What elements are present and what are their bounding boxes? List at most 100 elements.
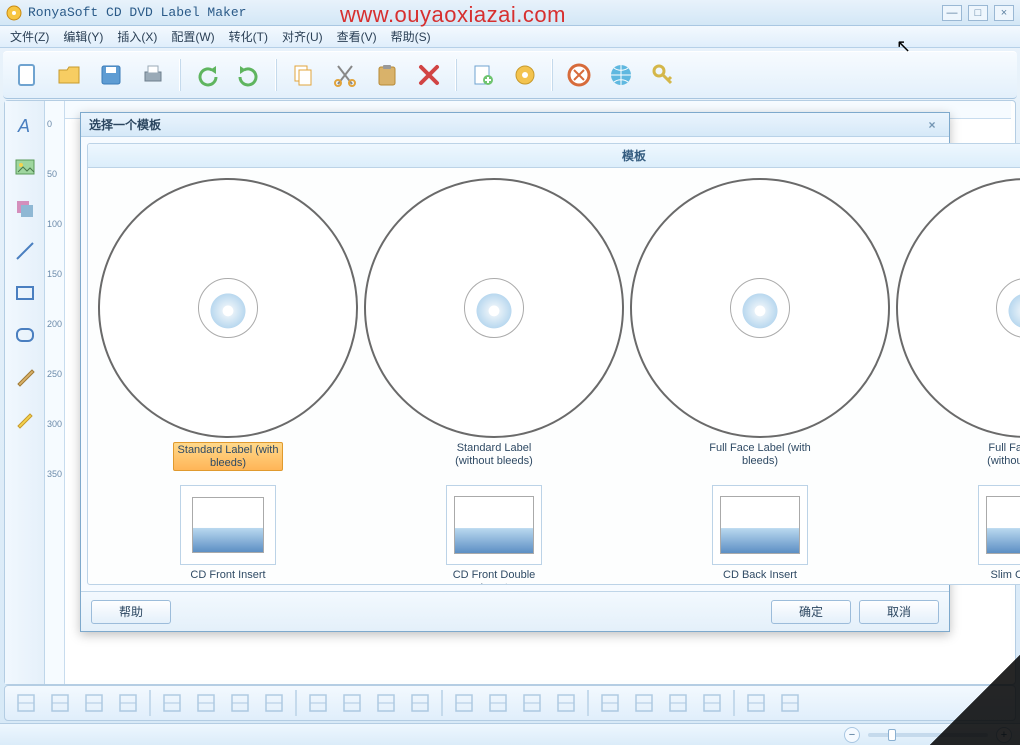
template-item[interactable]: CD Front Double Insert	[364, 485, 624, 584]
ruler-vertical: 0 50 100 150 200 250 300 350	[45, 101, 65, 684]
print-button[interactable]	[135, 57, 171, 93]
templates-grid: Standard Label (with bleeds) Standard Lab…	[88, 168, 1020, 584]
paste-button[interactable]	[369, 57, 405, 93]
svg-text:A: A	[17, 116, 30, 136]
template-label: Slim CD Insert	[971, 569, 1020, 584]
back-button[interactable]	[113, 689, 143, 717]
dist-h-center-button[interactable]	[551, 689, 581, 717]
roundrect-tool[interactable]	[11, 321, 39, 349]
titlebar: RonyaSoft CD DVD Label Maker www.ouyaoxi…	[0, 0, 1020, 26]
template-item[interactable]: Standard Label (with bleeds)	[98, 178, 358, 471]
save-button[interactable]	[93, 57, 129, 93]
align-top-button[interactable]	[337, 689, 367, 717]
menu-insert[interactable]: 插入(X)	[111, 26, 163, 47]
copy-button[interactable]	[285, 57, 321, 93]
ok-button[interactable]: 确定	[771, 600, 851, 624]
backward-button[interactable]	[191, 689, 221, 717]
templates-header: 模板	[88, 144, 1020, 168]
menu-transform[interactable]: 转化(T)	[223, 26, 274, 47]
dist-v-bottom-button[interactable]	[697, 689, 727, 717]
template-label: Standard Label (with bleeds)	[173, 442, 283, 471]
template-item[interactable]: CD Front Insert	[98, 485, 358, 584]
flip-v-button[interactable]	[483, 689, 513, 717]
group-button[interactable]	[11, 689, 41, 717]
cancel-button[interactable]: 取消	[859, 600, 939, 624]
dist-v-top-button[interactable]	[629, 689, 659, 717]
template-thumb	[180, 485, 276, 565]
zoom-slider[interactable]	[868, 733, 988, 737]
delete-button[interactable]	[411, 57, 447, 93]
align-left-vert-button[interactable]	[225, 689, 255, 717]
align-bottom-button[interactable]	[405, 689, 435, 717]
app-icon	[6, 5, 22, 21]
forward-button[interactable]	[157, 689, 187, 717]
front-button[interactable]	[79, 689, 109, 717]
layers-tool[interactable]	[11, 195, 39, 223]
separator	[551, 59, 553, 91]
close-window-button[interactable]: ×	[994, 5, 1014, 21]
maximize-button[interactable]: □	[968, 5, 988, 21]
key-button[interactable]	[645, 57, 681, 93]
menu-help[interactable]: 帮助(S)	[385, 26, 437, 47]
dialog-titlebar: 选择一个模板 ×	[81, 113, 949, 137]
dialog-title: 选择一个模板	[89, 116, 161, 133]
zoom-knob[interactable]	[888, 729, 896, 741]
separator	[455, 59, 457, 91]
zoom-in-button[interactable]: +	[996, 727, 1012, 743]
watermark: www.ouyaoxiazai.com	[340, 2, 566, 28]
align-right-vert-button[interactable]	[303, 689, 333, 717]
open-button[interactable]	[51, 57, 87, 93]
template-label: Standard Label (without bleeds)	[439, 442, 549, 468]
template-item[interactable]: Standard Label (without bleeds)	[364, 178, 624, 471]
template-item[interactable]: Slim CD Insert	[896, 485, 1020, 584]
web-button[interactable]	[603, 57, 639, 93]
template-item[interactable]: CD Back Insert	[630, 485, 890, 584]
same-width-button[interactable]	[741, 689, 771, 717]
template-label: CD Front Insert	[173, 569, 283, 584]
template-label: Full Face Label (with bleeds)	[705, 442, 815, 468]
menu-config[interactable]: 配置(W)	[165, 26, 220, 47]
line-tool[interactable]	[11, 237, 39, 265]
menu-edit[interactable]: 编辑(Y)	[57, 26, 109, 47]
help-button[interactable]: 帮助	[91, 600, 171, 624]
settings-button[interactable]	[507, 57, 543, 93]
template-thumb	[896, 178, 1020, 438]
zoom-out-button[interactable]: −	[844, 727, 860, 743]
separator	[295, 690, 297, 716]
template-item[interactable]: Full Face Label (with bleeds)	[630, 178, 890, 471]
dist-h-right-button[interactable]	[595, 689, 625, 717]
image-tool[interactable]	[11, 153, 39, 181]
undo-button[interactable]	[189, 57, 225, 93]
minimize-button[interactable]: —	[942, 5, 962, 21]
separator	[587, 690, 589, 716]
text-tool[interactable]: A	[11, 111, 39, 139]
separator	[275, 59, 277, 91]
rect-tool[interactable]	[11, 279, 39, 307]
same-height-button[interactable]	[775, 689, 805, 717]
template-item[interactable]: Full Face Label (without bleeds)	[896, 178, 1020, 471]
dist-h-left-button[interactable]	[517, 689, 547, 717]
add-page-button[interactable]	[465, 57, 501, 93]
app-title: RonyaSoft CD DVD Label Maker	[28, 5, 246, 20]
pencil-tool[interactable]	[11, 405, 39, 433]
brush-tool[interactable]	[11, 363, 39, 391]
separator	[149, 690, 151, 716]
ungroup-button[interactable]	[45, 689, 75, 717]
align-center-vert-button[interactable]	[259, 689, 289, 717]
align-middle-button[interactable]	[371, 689, 401, 717]
template-thumb	[978, 485, 1020, 565]
dist-v-middle-button[interactable]	[663, 689, 693, 717]
flip-h-button[interactable]	[449, 689, 479, 717]
menu-file[interactable]: 文件(Z)	[4, 26, 55, 47]
new-button[interactable]	[9, 57, 45, 93]
menu-view[interactable]: 查看(V)	[331, 26, 383, 47]
template-dialog: 选择一个模板 × 模板 Standard Label (with bleeds)…	[80, 112, 950, 632]
cut-button[interactable]	[327, 57, 363, 93]
template-label: Full Face Label (without bleeds)	[971, 442, 1020, 468]
menu-align[interactable]: 对齐(U)	[276, 26, 329, 47]
help-button[interactable]	[561, 57, 597, 93]
dialog-close-button[interactable]: ×	[923, 117, 941, 133]
separator	[733, 690, 735, 716]
templates-panel: 模板 Standard Label (with bleeds)Standard …	[87, 143, 1020, 585]
redo-button[interactable]	[231, 57, 267, 93]
